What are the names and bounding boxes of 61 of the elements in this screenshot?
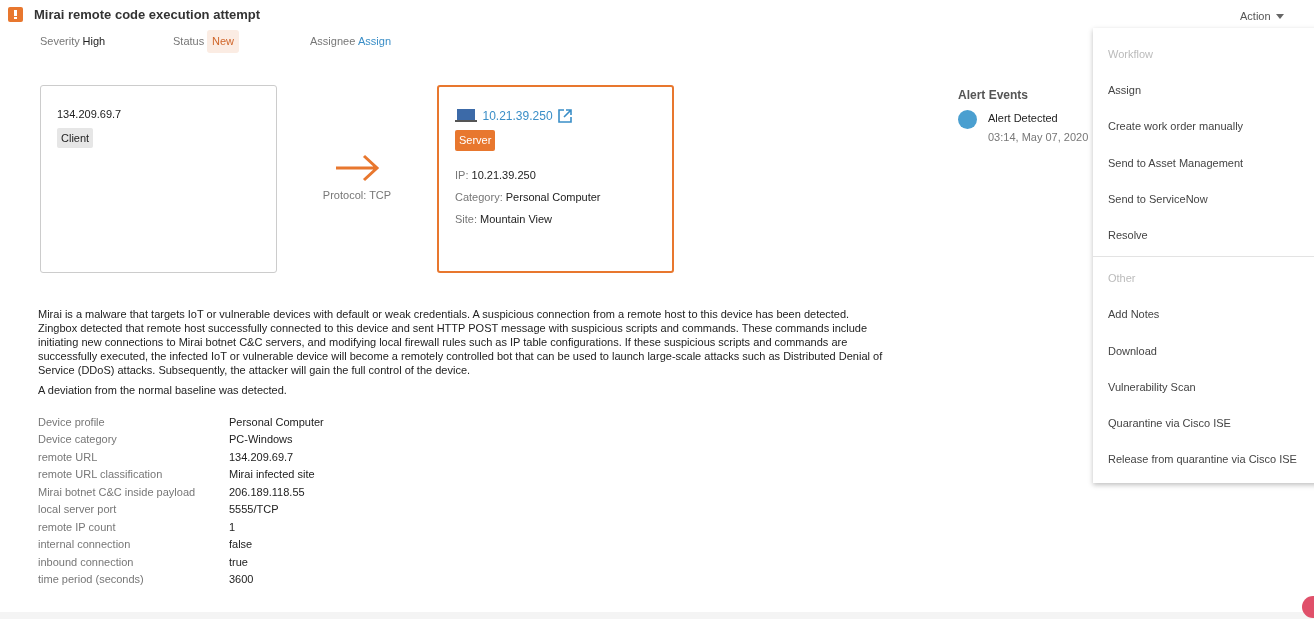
detail-label: IP: xyxy=(455,169,469,181)
detail-value: PC-Windows xyxy=(229,432,294,447)
arrow-icon xyxy=(334,153,380,182)
detail-value: true xyxy=(229,554,249,570)
status-badge: New xyxy=(206,30,239,53)
protocol-label: Protocol: TCP xyxy=(322,188,392,203)
detail-label: local server port xyxy=(38,502,229,520)
detail-label: Device category xyxy=(38,432,229,450)
description-paragraph: Mirai is a malware that targets IoT or vulnerable devices with default or weak credentials. A suspicious connection from a remote host to this device has been detected. Zingbox detected that remote host successfully connected to this device and sent HTTP POST message with suspicious scripts and commands. These commands include initiating new connections to Mirai botnet C&C servers, and modifying local firewall rules such as IP table configurations. If these suspicious scripts and commands are successfully executed, the infected IoT or vulnerable device will become a remotely controlled bot that can be used to launch large-scale attacks such as Distributed Denial of Service (DDoS) attacks. Subsequently, the attacker will gain the full control of the device. xyxy=(38,306,884,377)
laptop-icon xyxy=(455,109,477,122)
server-tag: Server xyxy=(455,130,496,151)
menu-item[interactable]: Download xyxy=(1093,332,1314,369)
source-ip: 134.209.69.7 xyxy=(57,106,123,122)
detail-label: inbound connection xyxy=(38,554,229,572)
deviation-note: A deviation from the normal baseline was detected. xyxy=(38,382,288,397)
alert-title: Mirai remote code execution attempt xyxy=(34,6,261,24)
detail-value: 5555/TCP xyxy=(229,502,280,517)
severity-value: High xyxy=(82,34,106,49)
detail-value: 206.189.118.55 xyxy=(229,484,306,500)
detail-label: internal connection xyxy=(38,537,229,555)
detail-value: Personal Computer xyxy=(505,191,601,203)
menu-item[interactable]: Assign xyxy=(1093,72,1314,109)
menu-item[interactable]: Vulnerability Scan xyxy=(1093,368,1314,405)
warning-icon xyxy=(8,7,23,23)
detail-label: time period (seconds) xyxy=(38,572,229,590)
detail-value: Personal Computer xyxy=(229,414,324,430)
assign-link[interactable]: Assign xyxy=(358,33,392,50)
detail-value: 1 xyxy=(229,519,237,535)
detail-value: Mirai infected site xyxy=(229,467,316,482)
assignee-label: Assignee xyxy=(310,34,356,49)
detail-value: Mountain View xyxy=(480,213,553,225)
menu-item[interactable]: Quarantine via Cisco ISE xyxy=(1093,404,1314,442)
detail-label: remote URL classification xyxy=(38,467,229,485)
menu-item[interactable]: Add Notes xyxy=(1093,296,1314,333)
detail-label: Device profile xyxy=(38,414,229,432)
event-name: Alert Detected xyxy=(988,110,1059,126)
detail-value: 10.21.39.250 xyxy=(471,169,536,181)
menu-item[interactable]: Release from quarantine via Cisco ISE xyxy=(1093,441,1314,478)
events-title: Alert Events xyxy=(958,87,1030,104)
detail-label: remote IP count xyxy=(38,519,229,537)
menu-item[interactable]: Send to ServiceNow xyxy=(1093,180,1314,217)
status-label: Status xyxy=(173,34,205,49)
detail-label: Mirai botnet C&C inside payload xyxy=(38,484,229,502)
detail-label: Category: xyxy=(455,191,503,203)
external-link-icon[interactable] xyxy=(558,108,573,123)
menu-section-header: Workflow xyxy=(1107,47,1155,62)
menu-item[interactable]: Send to Asset Management xyxy=(1093,144,1314,181)
device-link[interactable]: 10.21.39.250 xyxy=(482,106,553,125)
severity-label: Severity xyxy=(40,34,80,49)
action-button[interactable]: Action xyxy=(1240,8,1285,25)
menu-item[interactable]: Resolve xyxy=(1093,216,1314,254)
detail-label: Site: xyxy=(455,213,477,225)
client-tag: Client xyxy=(57,127,94,148)
event-time: 03:14, May 07, 2020 xyxy=(988,129,1089,145)
menu-section-header: Other xyxy=(1107,271,1137,287)
detail-value: 3600 xyxy=(229,572,255,587)
detail-label: remote URL xyxy=(38,449,229,467)
detail-value: 134.209.69.7 xyxy=(229,449,295,465)
caret-icon xyxy=(1276,13,1285,19)
detail-value: false xyxy=(229,537,254,552)
menu-item[interactable]: Create work order manually xyxy=(1093,108,1314,145)
